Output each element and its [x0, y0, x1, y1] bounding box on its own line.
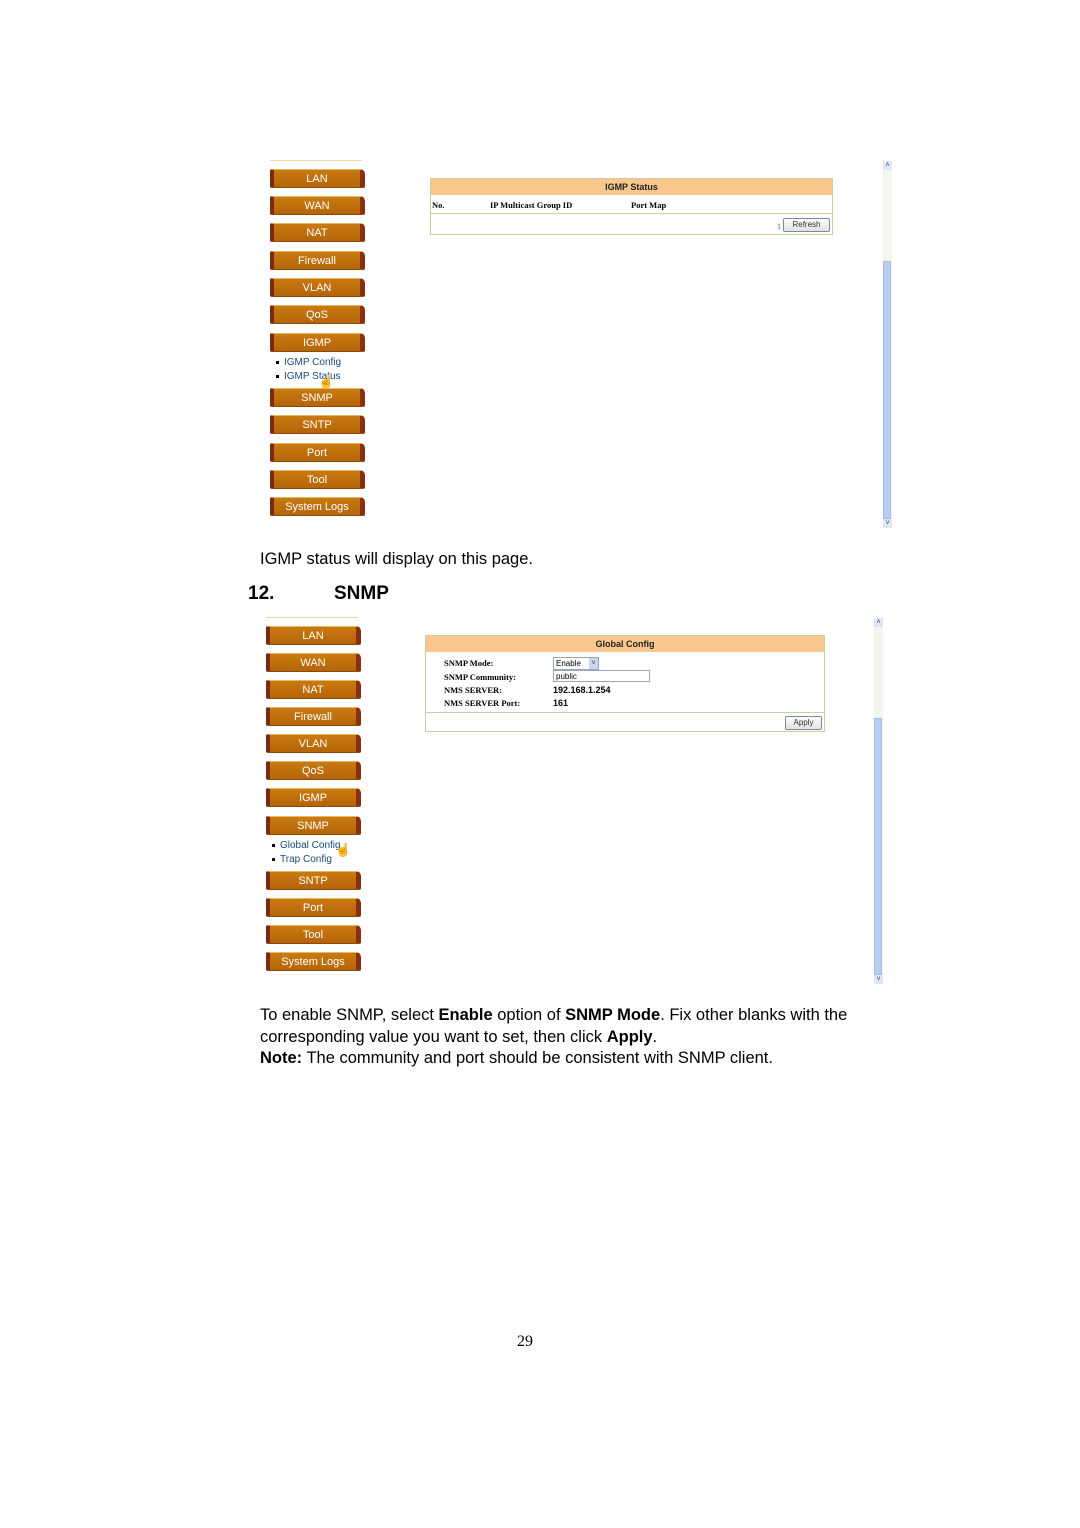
nav-vlan[interactable]: VLAN	[270, 278, 365, 297]
nms-server-label: NMS SERVER:	[444, 685, 503, 695]
nav-snmp[interactable]: SNMP	[266, 816, 361, 835]
subnav-global-config[interactable]: Global Config	[272, 840, 341, 851]
nav-sntp[interactable]: SNTP	[270, 415, 365, 434]
nav-firewall[interactable]: Firewall	[270, 251, 365, 270]
subnav-igmp-config[interactable]: IGMP Config	[276, 357, 341, 368]
igmp-status-panel: IGMP Status No. IP Multicast Group ID Po…	[430, 178, 833, 235]
nav-qos[interactable]: QoS	[270, 305, 365, 324]
nav-tool[interactable]: Tool	[270, 470, 365, 489]
nav-qos[interactable]: QoS	[266, 761, 361, 780]
nav-nat[interactable]: NAT	[266, 680, 361, 699]
nav-nat[interactable]: NAT	[270, 223, 365, 242]
scroll-up-icon[interactable]: ˄	[874, 618, 883, 627]
scroll-down-icon[interactable]: ˅	[883, 519, 892, 528]
column-no: No.	[432, 200, 445, 210]
scrollbar-thumb[interactable]	[883, 261, 891, 519]
snmp-community-input[interactable]	[553, 670, 650, 682]
nav-lan[interactable]: LAN	[266, 626, 361, 645]
nms-server-port-label: NMS SERVER Port:	[444, 698, 521, 708]
hand-cursor-icon: ☝	[335, 842, 352, 857]
apply-button[interactable]: Apply	[785, 716, 822, 730]
nav-snmp[interactable]: SNMP	[270, 388, 365, 407]
nms-server-value: 192.168.1.254	[553, 685, 611, 695]
chevron-down-icon[interactable]: ˅	[589, 658, 598, 669]
paragraph-line-1: To enable SNMP, select Enable option of …	[260, 1006, 848, 1024]
nav-igmp[interactable]: IGMP	[270, 333, 365, 352]
bullet-icon	[276, 374, 279, 378]
nav-port[interactable]: Port	[270, 443, 365, 462]
paragraph-line-2: corresponding value you want to set, the…	[260, 1027, 658, 1046]
nav-system-logs[interactable]: System Logs	[266, 952, 361, 971]
page-number: 29	[517, 1333, 533, 1350]
panel-title: Global Config	[426, 636, 824, 652]
nav-tool[interactable]: Tool	[266, 925, 361, 944]
nav-wan[interactable]: WAN	[266, 653, 361, 672]
nav-top-divider	[270, 160, 362, 161]
nav-top-divider	[266, 617, 358, 618]
column-group-id: IP Multicast Group ID	[490, 200, 573, 210]
nav-igmp[interactable]: IGMP	[266, 788, 361, 807]
igmp-caption: IGMP status will display on this page.	[260, 550, 533, 568]
snmp-mode-select[interactable]: Enable ˅	[553, 657, 599, 670]
bullet-icon	[272, 843, 275, 847]
nav-lan[interactable]: LAN	[270, 169, 365, 188]
page-indicator: 1	[777, 222, 781, 231]
section-number: 12.	[248, 583, 275, 604]
instruction-paragraph: To enable SNMP, select Enable option of …	[260, 1005, 920, 1070]
nav-wan[interactable]: WAN	[270, 196, 365, 215]
nms-server-port-value: 161	[553, 698, 569, 708]
subnav-trap-config[interactable]: Trap Config	[272, 854, 332, 865]
snmp-community-label: SNMP Community:	[444, 672, 517, 682]
scroll-up-icon[interactable]: ˄	[883, 161, 892, 170]
scrollbar-thumb[interactable]	[874, 718, 882, 975]
nav-sntp[interactable]: SNTP	[266, 871, 361, 890]
vertical-scrollbar[interactable]: ˄ ˅	[883, 161, 892, 528]
note-line: Note: The community and port should be c…	[260, 1049, 773, 1067]
table-header-row: No. IP Multicast Group ID Port Map	[431, 195, 832, 214]
column-port-map: Port Map	[631, 200, 667, 210]
section-title: SNMP	[334, 583, 389, 604]
bullet-icon	[276, 360, 279, 364]
bullet-icon	[272, 857, 275, 861]
nav-system-logs[interactable]: System Logs	[270, 497, 365, 516]
refresh-button[interactable]: Refresh	[783, 218, 830, 232]
nav-port[interactable]: Port	[266, 898, 361, 917]
config-form: SNMP Mode: Enable ˅ SNMP Community: NMS …	[426, 652, 824, 713]
vertical-scrollbar[interactable]: ˄ ˅	[874, 618, 883, 984]
scroll-down-icon[interactable]: ˅	[874, 975, 883, 984]
panel-title: IGMP Status	[431, 179, 832, 195]
global-config-panel: Global Config SNMP Mode: Enable ˅ SNMP C…	[425, 635, 825, 732]
snmp-mode-label: SNMP Mode:	[444, 658, 494, 668]
nav-vlan[interactable]: VLAN	[266, 734, 361, 753]
nav-firewall[interactable]: Firewall	[266, 707, 361, 726]
